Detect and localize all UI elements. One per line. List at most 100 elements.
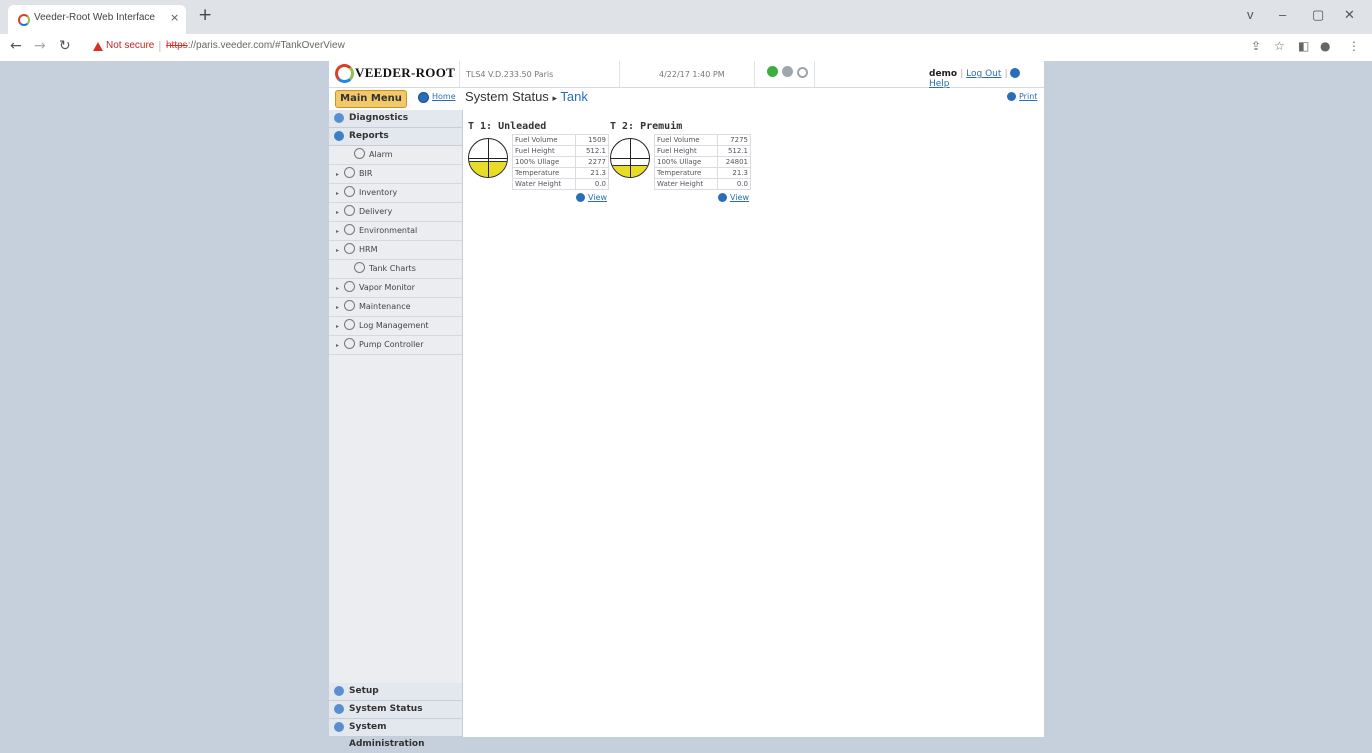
share-icon[interactable]: ⇪: [1251, 39, 1261, 53]
back-arrow-icon[interactable]: ←: [10, 38, 22, 54]
sidebar-item-vapor-monitor[interactable]: ▸ Vapor Monitor: [329, 279, 462, 298]
close-window-button[interactable]: ✕: [1344, 7, 1355, 23]
tank-field-value: 21.3: [575, 167, 609, 179]
system-datetime: 4/22/17 1:40 PM: [659, 70, 725, 79]
tank-field-label: Fuel Height: [512, 145, 576, 157]
sidebar-panel-icon[interactable]: ◧: [1298, 39, 1309, 53]
expand-arrow-icon: ▸: [336, 190, 340, 197]
system-administration-icon: [334, 722, 344, 732]
tls-web-page: VEEDER-ROOT TLS4 V.D.233.50 Paris 4/22/1…: [329, 61, 1044, 749]
tab-title: Veeder-Root Web Interface: [34, 12, 155, 23]
breadcrumb-separator: ▸: [552, 93, 557, 103]
breadcrumb: System Status ▸ Tank: [465, 89, 588, 104]
sidebar-item-maintenance[interactable]: ▸ Maintenance: [329, 298, 462, 317]
expand-arrow-icon: ▸: [336, 247, 340, 254]
system-status-icon: [334, 704, 344, 714]
report-icon: [354, 262, 365, 273]
browser-tab[interactable]: Veeder-Root Web Interface ×: [8, 5, 186, 34]
report-icon: [354, 148, 365, 159]
view-icon: [576, 193, 585, 202]
tab-search-icon[interactable]: v: [1247, 7, 1254, 22]
sidebar-item-setup[interactable]: Setup: [329, 683, 462, 701]
sidebar-item-diagnostics[interactable]: Diagnostics: [329, 110, 462, 128]
sidebar-item-label: System Status: [349, 704, 423, 714]
tank-field-value: 0.0: [575, 178, 609, 190]
sidebar-item-label: BIR: [359, 169, 373, 178]
sidebar-item-system-status[interactable]: System Status: [329, 701, 462, 719]
logout-link[interactable]: Log Out: [966, 69, 1001, 79]
expand-arrow-icon: ▸: [336, 304, 340, 311]
browser-menu-icon[interactable]: ⋮: [1348, 39, 1360, 53]
system-name: TLS4 V.D.233.50 Paris: [466, 70, 554, 79]
warning-icon: [93, 42, 103, 51]
sidebar-item-environmental[interactable]: ▸ Environmental: [329, 222, 462, 241]
sidebar-item-tank-charts[interactable]: Tank Charts: [329, 260, 462, 279]
sidebar-item-log-management[interactable]: ▸ Log Management: [329, 317, 462, 336]
report-icon: [344, 167, 355, 178]
close-tab-icon[interactable]: ×: [170, 11, 179, 24]
sidebar-item-delivery[interactable]: ▸ Delivery: [329, 203, 462, 222]
header-divider: [459, 61, 460, 87]
tank-level-icon[interactable]: [468, 138, 508, 178]
tank-data-table: Fuel Volume 7275 Fuel Height 512.1 100% Ulla…: [654, 134, 751, 190]
url-divider: |: [158, 39, 162, 52]
sidebar-item-label: HRM: [359, 245, 378, 254]
tank-level-icon[interactable]: [610, 138, 650, 178]
status-warning-icon[interactable]: [782, 66, 793, 77]
forward-arrow-icon[interactable]: →: [34, 38, 46, 54]
tank-field-label: 100% Ullage: [512, 156, 576, 168]
url-input[interactable]: https://paris.veeder.com/#TankOverView: [166, 40, 345, 51]
tank-title: T 2: Premuim: [610, 121, 683, 132]
report-icon: [344, 281, 355, 292]
home-icon[interactable]: [418, 92, 429, 103]
sidebar-item-inventory[interactable]: ▸ Inventory: [329, 184, 462, 203]
sidebar-bottom: Setup System Status System Administratio…: [329, 683, 462, 749]
sidebar-item-alarm[interactable]: Alarm: [329, 146, 462, 165]
reload-icon[interactable]: ↻: [59, 38, 71, 54]
veeder-root-logo-icon: [335, 64, 354, 83]
status-ok-icon[interactable]: [767, 66, 778, 77]
sidebar-item-reports[interactable]: Reports: [329, 128, 462, 146]
sidebar-item-hrm[interactable]: ▸ HRM: [329, 241, 462, 260]
view-tank-link[interactable]: View: [576, 193, 607, 202]
report-icon: [344, 224, 355, 235]
report-icon: [344, 243, 355, 254]
table-row: Temperature 21.3: [512, 167, 609, 179]
profile-icon[interactable]: ●: [1320, 39, 1330, 53]
status-alarm-icon[interactable]: [797, 67, 808, 78]
header-divider: [814, 61, 815, 87]
tank-crosshair-horizontal: [611, 158, 649, 159]
help-icon[interactable]: [1010, 68, 1021, 78]
sidebar-item-label: Inventory: [359, 188, 398, 197]
report-icon: [344, 338, 355, 349]
tank-field-value: 0.0: [717, 178, 751, 190]
sidebar: Diagnostics Reports Alarm ▸ BIR ▸ Inventory ▸…: [329, 110, 463, 749]
main-menu-button[interactable]: Main Menu: [335, 90, 407, 108]
header-divider: [754, 61, 755, 87]
bookmark-star-icon[interactable]: ☆: [1274, 39, 1285, 53]
restore-button[interactable]: ▢: [1312, 7, 1324, 23]
report-icon: [344, 205, 355, 216]
tank-field-label: Fuel Volume: [654, 134, 718, 146]
tank-panel: T 1: Unleaded Fuel Volume 1509 Fuel Height 5…: [468, 121, 609, 202]
expand-arrow-icon: ▸: [336, 342, 340, 349]
tank-field-value: 512.1: [717, 145, 751, 157]
view-tank-link[interactable]: View: [718, 193, 749, 202]
print-icon[interactable]: [1007, 92, 1016, 101]
tank-field-value: 1509: [575, 134, 609, 146]
breadcrumb-root[interactable]: System Status: [465, 89, 549, 104]
app-header: VEEDER-ROOT TLS4 V.D.233.50 Paris 4/22/1…: [329, 61, 1044, 89]
sidebar-item-system-administration[interactable]: System Administration: [329, 719, 462, 749]
home-link[interactable]: Home: [432, 92, 456, 101]
sidebar-item-bir[interactable]: ▸ BIR: [329, 165, 462, 184]
sidebar-item-label: Vapor Monitor: [359, 283, 415, 292]
tank-field-value: 21.3: [717, 167, 751, 179]
not-secure-label[interactable]: Not secure: [106, 40, 154, 51]
new-tab-button[interactable]: +: [198, 5, 212, 25]
table-row: Fuel Volume 7275: [654, 134, 751, 146]
address-bar: ← → ↻ Not secure | https://paris.veeder.…: [0, 34, 1372, 62]
report-icon: [344, 319, 355, 330]
minimize-button[interactable]: –: [1279, 7, 1286, 22]
print-link[interactable]: Print: [1019, 92, 1037, 101]
sidebar-item-pump-controller[interactable]: ▸ Pump Controller: [329, 336, 462, 355]
